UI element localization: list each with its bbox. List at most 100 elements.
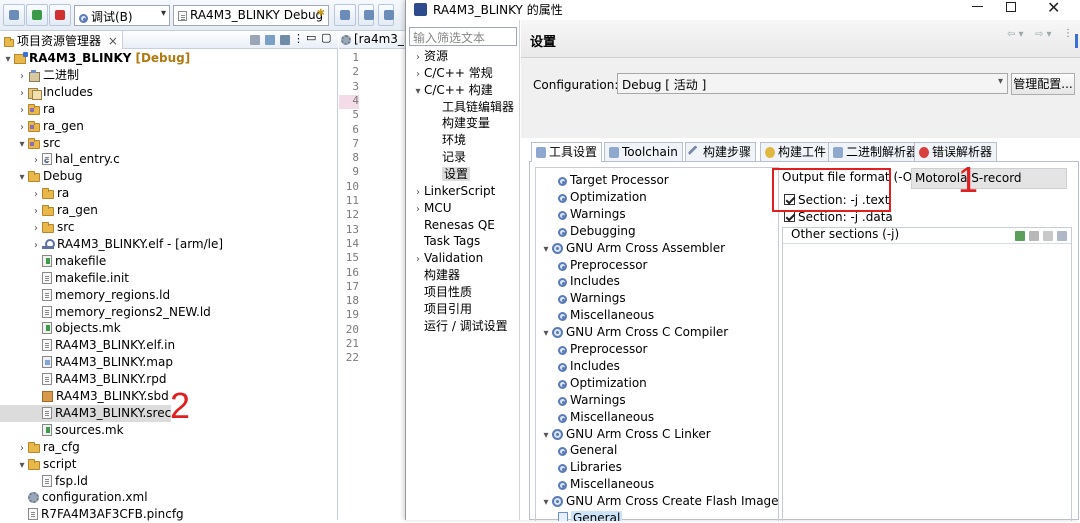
tool-item[interactable]: Debugging — [554, 223, 636, 240]
move-up-icon[interactable] — [1057, 231, 1067, 241]
tree-item[interactable]: RA4M3_BLINKY.srec — [0, 404, 172, 422]
tree-item[interactable]: memory_regions2_NEW.ld — [0, 304, 211, 321]
minimize-window-icon[interactable] — [972, 6, 983, 7]
expand-toggle-icon[interactable]: › — [412, 251, 424, 268]
tool-item[interactable]: Includes — [554, 273, 620, 290]
expand-toggle-icon[interactable]: ▾ — [16, 457, 28, 474]
category-item[interactable]: 构建器 — [412, 267, 460, 284]
tree-item[interactable]: configuration.xml — [0, 489, 148, 506]
tool-item[interactable]: Miscellaneous — [554, 307, 654, 324]
tool-item[interactable]: ▾ GNU Arm Cross C Compiler — [540, 324, 728, 341]
tree-item[interactable]: sources.mk — [0, 422, 124, 439]
tree-item[interactable]: RA4M3_BLINKY.sbd — [0, 388, 169, 405]
tree-item[interactable]: › ra — [0, 101, 55, 118]
category-item[interactable]: 项目性质 — [412, 284, 472, 301]
expand-toggle-icon[interactable]: ▾ — [540, 494, 552, 511]
tab-2[interactable]: 构建步骤 — [685, 142, 757, 161]
expand-toggle-icon[interactable]: › — [412, 66, 424, 83]
add-icon[interactable] — [1015, 231, 1025, 241]
expand-toggle-icon[interactable]: › — [16, 85, 28, 102]
close-window-icon[interactable]: ✕ — [1047, 0, 1060, 17]
edit-icon[interactable] — [1043, 231, 1053, 241]
tool-item[interactable]: General — [554, 442, 617, 459]
tool-item[interactable]: Miscellaneous — [554, 476, 654, 493]
tree-item[interactable]: ▾ script — [0, 456, 76, 473]
tree-item[interactable]: fsp.ld — [0, 473, 88, 490]
expand-toggle-icon[interactable]: › — [412, 49, 424, 66]
tree-item[interactable]: ▾ src — [0, 135, 60, 153]
section-data-checkbox[interactable] — [784, 211, 795, 222]
tree-item[interactable]: makefile — [0, 253, 106, 270]
maximize-window-icon[interactable] — [1006, 2, 1016, 12]
new-icon[interactable] — [334, 4, 356, 26]
category-item[interactable]: 设置 — [430, 166, 471, 183]
expand-toggle-icon[interactable]: ▾ — [540, 241, 552, 258]
link-editor-icon[interactable] — [265, 35, 275, 45]
tree-item[interactable]: RA4M3_BLINKY.map — [0, 354, 173, 371]
expand-toggle-icon[interactable]: ▾ — [16, 169, 28, 186]
tab-0[interactable]: 工具设置 — [531, 142, 603, 162]
expand-toggle-icon[interactable]: ▾ — [2, 51, 14, 68]
category-item[interactable]: 环境 — [430, 132, 466, 149]
category-item[interactable]: 项目引用 — [412, 301, 472, 318]
category-item[interactable]: › MCU — [412, 200, 452, 217]
expand-toggle-icon[interactable]: › — [16, 68, 28, 85]
expand-toggle-icon[interactable]: › — [30, 220, 42, 237]
editor-tab[interactable]: [ra4m3_h — [339, 31, 405, 49]
expand-toggle-icon[interactable]: ▾ — [540, 325, 552, 342]
tool-item[interactable]: Warnings — [554, 206, 626, 223]
tree-item[interactable]: › src — [0, 219, 75, 236]
expand-toggle-icon[interactable]: › — [30, 152, 42, 169]
tree-item[interactable]: › RA4M3_BLINKY.elf - [arm/le] — [0, 236, 223, 253]
save-icon[interactable] — [358, 4, 374, 26]
tab-3[interactable]: 构建工件 — [760, 142, 832, 161]
tab-4[interactable]: 二进制解析器 — [828, 142, 924, 161]
tree-item[interactable]: › ra_gen — [0, 202, 98, 219]
tree-item[interactable]: RA4M3_BLINKY.elf.in — [0, 337, 175, 354]
launch-config-combo[interactable]: 调试(B) ▾ — [74, 5, 170, 26]
view-menu-icon[interactable]: ⋮ — [293, 32, 304, 45]
tool-item[interactable]: Libraries — [554, 459, 622, 476]
collapse-all-icon[interactable] — [250, 35, 260, 45]
category-item[interactable]: 工具链编辑器 — [430, 99, 514, 116]
tree-item[interactable]: ▾ RA4M3_BLINKY [Debug] — [0, 50, 190, 67]
explorer-tab[interactable]: 项目资源管理器 × — [0, 31, 123, 49]
category-item[interactable]: 运行 / 调试设置 — [412, 318, 508, 335]
tree-item[interactable]: RA4M3_BLINKY.rpd — [0, 371, 166, 388]
tool-item[interactable]: Warnings — [554, 290, 626, 307]
minimize-icon[interactable]: ▭ — [306, 31, 316, 44]
output-format-field[interactable]: Motorola S-record — [911, 168, 1067, 189]
expand-toggle-icon[interactable]: › — [30, 203, 42, 220]
category-item[interactable]: Task Tags — [412, 233, 480, 250]
tab-5[interactable]: 错误解析器 — [914, 142, 998, 161]
tool-item[interactable]: Miscellaneous — [554, 409, 654, 426]
category-item[interactable]: › 资源 — [412, 48, 448, 65]
expand-toggle-icon[interactable]: › — [16, 119, 28, 136]
expand-toggle-icon[interactable]: ▾ — [412, 83, 424, 100]
delete-icon[interactable] — [1029, 231, 1039, 241]
category-item[interactable]: 构建变量 — [430, 115, 490, 132]
tool-item[interactable]: Preprocessor — [554, 257, 647, 274]
maximize-icon[interactable]: ▢ — [321, 31, 331, 44]
tool-item[interactable]: Optimization — [554, 375, 647, 392]
tool-item[interactable]: Target Processor — [554, 172, 669, 189]
tree-item[interactable]: › Includes — [0, 84, 93, 101]
tree-item[interactable]: › ra_gen — [0, 118, 84, 135]
tree-item[interactable]: makefile.init — [0, 270, 129, 287]
tree-item[interactable]: › ra — [0, 185, 69, 202]
expand-toggle-icon[interactable]: › — [16, 440, 28, 457]
expand-toggle-icon[interactable]: ▾ — [16, 136, 28, 153]
tool-item[interactable]: ▾ GNU Arm Cross Create Flash Image — [540, 493, 778, 511]
tool-item[interactable]: General — [554, 510, 623, 521]
tree-item[interactable]: objects.mk — [0, 320, 121, 337]
tree-item[interactable]: › hal_entry.c — [0, 151, 120, 169]
project-combo[interactable]: RA4M3_BLINKY Debug ✱ — [173, 5, 329, 26]
tree-item[interactable]: ▾ Debug — [0, 168, 82, 185]
expand-toggle-icon[interactable]: › — [412, 184, 424, 201]
expand-toggle-icon[interactable]: › — [30, 237, 42, 254]
filter-input[interactable]: 输入筛选文本 — [409, 27, 517, 46]
tab-1[interactable]: Toolchain — [604, 142, 683, 161]
tool-item[interactable]: ▾ GNU Arm Cross Assembler — [540, 240, 725, 257]
tool-item[interactable]: Preprocessor — [554, 341, 647, 358]
category-item[interactable]: 记录 — [430, 149, 466, 166]
